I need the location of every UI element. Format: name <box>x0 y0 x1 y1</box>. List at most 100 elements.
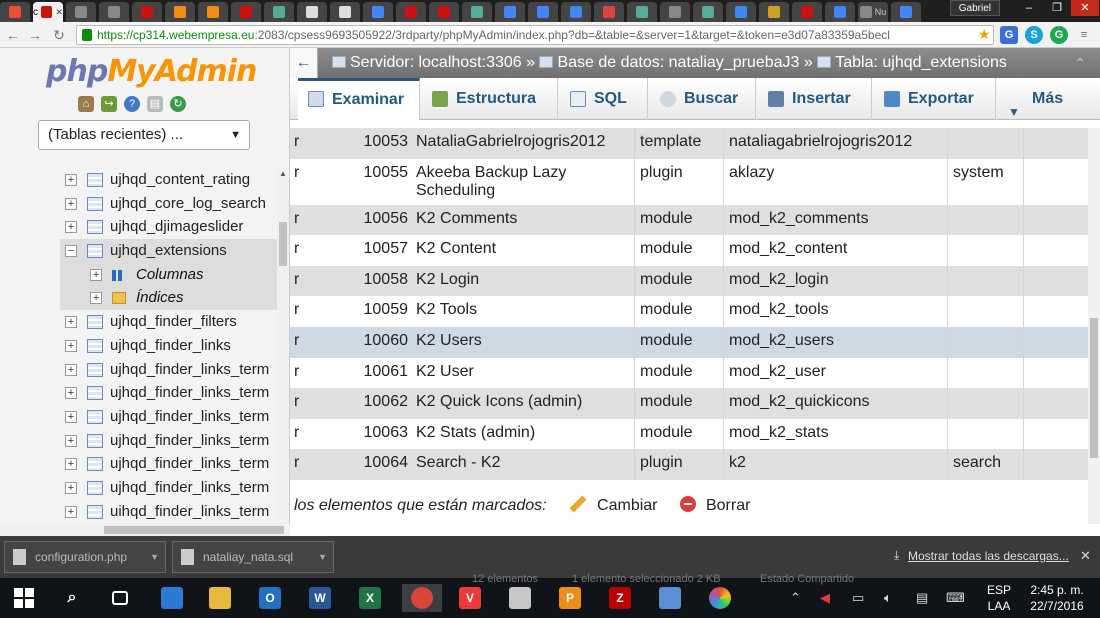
extension-type-cell[interactable]: module <box>640 358 692 389</box>
table-row[interactable]: r 10056 K2 Comments module mod_k2_comments <box>290 204 1088 236</box>
table-row[interactable]: r 10064 Search - K2 plugin k2 search <box>290 449 1088 480</box>
expand-icon[interactable]: + <box>65 387 77 400</box>
row-edge-cell[interactable]: r <box>294 205 299 236</box>
change-button[interactable]: Cambiar <box>569 495 658 514</box>
extension-name-cell[interactable]: K2 Quick Icons (admin) <box>416 388 630 419</box>
expand-icon[interactable]: + <box>65 505 77 518</box>
extension-element-cell[interactable]: mod_k2_comments <box>729 205 869 236</box>
browser-tab[interactable] <box>0 2 30 22</box>
picasa-icon[interactable] <box>706 584 734 612</box>
expand-icon[interactable]: + <box>65 339 77 352</box>
browser-tab[interactable] <box>627 2 657 22</box>
row-edge-cell[interactable]: r <box>294 388 299 419</box>
pc-app-icon[interactable] <box>158 584 186 612</box>
expand-icon[interactable]: + <box>65 410 77 423</box>
expand-icon[interactable]: + <box>65 481 77 494</box>
nav-hscroll-thumb[interactable] <box>104 526 284 534</box>
back-icon[interactable]: ← <box>4 26 22 44</box>
reload-icon[interactable]: ↻ <box>50 26 68 44</box>
tree-indexes-item[interactable]: + Índices <box>60 286 289 311</box>
expand-icon[interactable]: + <box>90 292 102 305</box>
logout-icon[interactable]: ↪ <box>101 96 117 112</box>
table-row[interactable]: r 10063 K2 Stats (admin) module mod_k2_stats <box>290 418 1088 450</box>
extension-id-cell[interactable]: 10062 <box>350 388 409 419</box>
tree-columns-item[interactable]: + Columnas <box>60 262 289 287</box>
browser-tab[interactable] <box>561 2 591 22</box>
browser-tab[interactable] <box>495 2 525 22</box>
table-row[interactable]: r 10055 Akeeba Backup Lazy Scheduling plugi… <box>290 158 1088 205</box>
browser-tab[interactable] <box>297 2 327 22</box>
recent-tables-select[interactable]: (Tablas recientes) ... ▼ <box>38 120 250 150</box>
filezilla-icon[interactable]: Z <box>606 584 634 612</box>
forward-icon[interactable]: → <box>26 26 44 44</box>
extension-type-cell[interactable]: module <box>640 327 692 358</box>
bookmark-star-icon[interactable]: ★ <box>978 26 991 43</box>
table-row[interactable]: r 10059 K2 Tools module mod_k2_tools <box>290 296 1088 327</box>
expand-icon[interactable]: + <box>65 221 77 234</box>
tree-table-item[interactable]: + ujhqd_finder_filters <box>60 310 289 334</box>
tab-sql[interactable]: SQL <box>560 78 648 120</box>
extension-type-cell[interactable]: module <box>640 296 692 327</box>
main-scrollbar[interactable] <box>1088 128 1100 524</box>
browser-tab[interactable] <box>231 2 261 22</box>
browser-tab[interactable] <box>363 2 393 22</box>
table-row[interactable]: r 10057 K2 Content module mod_k2_content <box>290 235 1088 266</box>
collapse-icon[interactable]: ⌃ <box>1074 48 1086 78</box>
tree-table-item[interactable]: + ujhqd_finder_links_term <box>60 381 289 405</box>
refresh-icon[interactable]: ↻ <box>170 96 186 112</box>
extension-type-cell[interactable]: module <box>640 419 692 450</box>
browser-tab[interactable] <box>891 2 921 22</box>
extension-name-cell[interactable]: K2 Content <box>416 235 630 266</box>
extension-element-cell[interactable]: mod_k2_stats <box>729 419 829 450</box>
table-row[interactable]: r 10062 K2 Quick Icons (admin) module mod_k2… <box>290 388 1088 419</box>
tree-table-item[interactable]: + ujhqd_finder_links_term <box>60 429 289 453</box>
extension-name-cell[interactable]: K2 Stats (admin) <box>416 419 630 450</box>
extension-name-cell[interactable]: K2 Users <box>416 327 630 358</box>
browser-tab[interactable] <box>429 2 459 22</box>
help-icon[interactable]: ? <box>124 96 140 112</box>
search-icon[interactable]: ⌕ <box>58 584 86 612</box>
task-view-icon[interactable] <box>106 584 134 612</box>
tab-insert[interactable]: Insertar <box>758 78 872 120</box>
extension-name-cell[interactable]: K2 Tools <box>416 296 630 327</box>
extension-element-cell[interactable]: mod_k2_user <box>729 358 826 389</box>
notification-icon[interactable]: ▤ <box>916 590 928 606</box>
translate-extension-icon[interactable]: G <box>1000 26 1018 44</box>
extension-name-cell[interactable]: K2 User <box>416 358 630 389</box>
phpmyadmin-logo[interactable]: phpMyAdmin <box>46 54 257 89</box>
show-all-downloads-link[interactable]: Mostrar todas las descargas... <box>908 549 1069 563</box>
browser-tab[interactable] <box>792 2 822 22</box>
excel-icon[interactable]: X <box>356 584 384 612</box>
extension-name-cell[interactable]: NataliaGabrielrojogris2012 <box>416 128 630 159</box>
browser-tab[interactable] <box>660 2 690 22</box>
row-edge-cell[interactable]: r <box>294 327 299 358</box>
file-explorer-icon[interactable] <box>206 584 234 612</box>
nav-scrollbar-thumb[interactable] <box>279 222 287 266</box>
tab-more[interactable]: ▼ Más <box>998 78 1088 120</box>
expand-icon[interactable]: + <box>90 268 102 281</box>
tree-table-item[interactable]: + ujhqd_finder_links_term <box>60 358 289 382</box>
tree-table-item[interactable]: + ujhqd_finder_links_term <box>60 405 289 429</box>
row-edge-cell[interactable]: r <box>294 358 299 389</box>
scroll-up-icon[interactable]: ▲ <box>277 168 289 180</box>
extension-id-cell[interactable]: 10057 <box>350 235 409 266</box>
browser-tab[interactable] <box>726 2 756 22</box>
restore-button[interactable]: ❐ <box>1043 0 1071 16</box>
extension-element-cell[interactable]: nataliagabrielrojogris2012 <box>729 128 912 159</box>
extension-element-cell[interactable]: aklazy <box>729 159 774 205</box>
extension-name-cell[interactable]: Akeeba Backup Lazy Scheduling <box>416 159 630 205</box>
tree-table-item[interactable]: + ujhqd_core_log_search <box>60 192 289 216</box>
extension-id-cell[interactable]: 10058 <box>350 266 409 297</box>
nav-horizontal-scrollbar[interactable] <box>0 524 290 536</box>
main-scrollbar-thumb[interactable] <box>1090 318 1098 458</box>
extension-id-cell[interactable]: 10061 <box>350 358 409 389</box>
pdf-app-icon[interactable]: P <box>556 584 584 612</box>
extension-element-cell[interactable]: mod_k2_quickicons <box>729 388 870 419</box>
volume-icon[interactable]: 🔈︎ <box>884 590 892 606</box>
browser-tab[interactable] <box>99 2 129 22</box>
extension-name-cell[interactable]: Search - K2 <box>416 449 630 480</box>
chevron-down-icon[interactable]: ▼ <box>150 542 159 572</box>
close-download-bar-icon[interactable]: ✕ <box>1080 548 1091 564</box>
chrome-menu-icon[interactable]: ≡ <box>1075 26 1093 44</box>
tray-warning-icon[interactable]: ◀ <box>820 590 830 606</box>
